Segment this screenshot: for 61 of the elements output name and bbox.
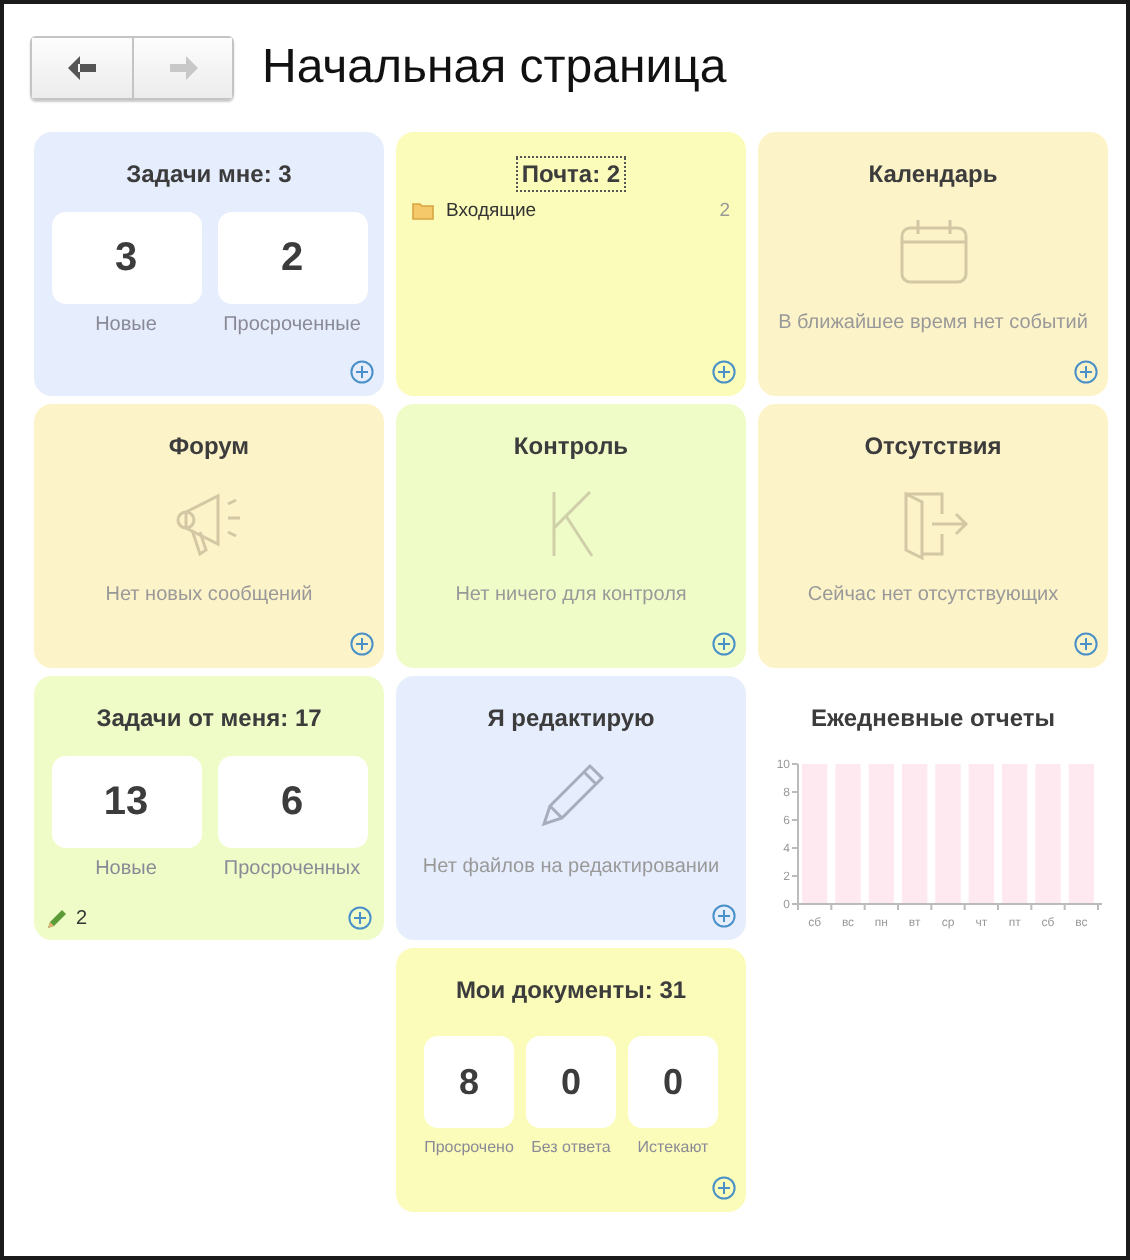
right-arrow-icon bbox=[167, 56, 199, 80]
counter-label: Новые bbox=[95, 858, 157, 880]
empty-message: Нет ничего для контроля bbox=[455, 584, 687, 606]
add-icon[interactable] bbox=[712, 1176, 736, 1200]
tile-title[interactable]: Почта: 2 bbox=[515, 156, 627, 192]
back-button[interactable] bbox=[32, 38, 132, 98]
empty-message: Нет новых сообщений bbox=[105, 584, 313, 606]
page-title: Начальная страница bbox=[262, 40, 727, 96]
add-icon[interactable] bbox=[712, 360, 736, 384]
tile-title[interactable]: Мои документы: 31 bbox=[449, 972, 693, 1008]
add-icon[interactable] bbox=[348, 906, 372, 930]
counter-label: Новые bbox=[95, 314, 157, 336]
tile-title[interactable]: Контроль bbox=[507, 428, 635, 464]
y-axis bbox=[791, 763, 799, 905]
add-icon[interactable] bbox=[1074, 632, 1098, 656]
counter-value[interactable]: 0 bbox=[526, 1036, 616, 1128]
add-icon[interactable] bbox=[712, 632, 736, 656]
counter-label: Просроченных bbox=[223, 858, 361, 880]
tile-title[interactable]: Задачи мне: 3 bbox=[120, 156, 298, 192]
chart-bar bbox=[868, 764, 894, 904]
letter-k-icon bbox=[547, 488, 595, 560]
chart-bar bbox=[835, 764, 861, 904]
left-arrow-icon bbox=[66, 56, 98, 80]
megaphone-icon bbox=[173, 488, 245, 560]
counter-label: Без ответа bbox=[531, 1138, 611, 1156]
counter-label: Просроченные bbox=[223, 314, 361, 336]
tile-title[interactable]: Отсутствия bbox=[858, 428, 1008, 464]
tile-title[interactable]: Форум bbox=[162, 428, 256, 464]
empty-message: В ближайшее время нет событий bbox=[778, 312, 1088, 334]
counter-value[interactable]: 8 bbox=[424, 1036, 514, 1128]
tile-title[interactable]: Я редактирую bbox=[481, 700, 661, 736]
edit-count: 2 bbox=[76, 907, 88, 929]
chart-bar bbox=[1068, 764, 1094, 904]
counter-value[interactable]: 3 bbox=[51, 212, 201, 304]
chart-bar bbox=[902, 764, 928, 904]
folder-row[interactable]: Входящие 2 bbox=[408, 200, 734, 222]
add-icon[interactable] bbox=[1074, 360, 1098, 384]
tile-title[interactable]: Ежедневные отчеты bbox=[805, 700, 1061, 736]
add-icon[interactable] bbox=[350, 360, 374, 384]
chart-bar bbox=[968, 764, 994, 904]
add-icon[interactable] bbox=[350, 632, 374, 656]
empty-message: Нет файлов на редактировании bbox=[422, 856, 720, 878]
counter-value[interactable]: 13 bbox=[51, 756, 201, 848]
folder-icon bbox=[412, 202, 434, 220]
chart-bar bbox=[1002, 764, 1028, 904]
counter-value[interactable]: 6 bbox=[217, 756, 367, 848]
counter-value[interactable]: 2 bbox=[217, 212, 367, 304]
empty-message: Сейчас нет отсутствующих bbox=[807, 584, 1059, 606]
counter-label: Просрочено bbox=[424, 1138, 514, 1156]
tile-title[interactable]: Задачи от меня: 17 bbox=[90, 700, 328, 736]
calendar-icon bbox=[897, 218, 969, 286]
counter-label: Истекают bbox=[637, 1138, 709, 1156]
folder-name: Входящие bbox=[446, 200, 539, 222]
chart-bar bbox=[935, 764, 961, 904]
counter-value[interactable]: 0 bbox=[628, 1036, 718, 1128]
tile-title[interactable]: Календарь bbox=[862, 156, 1004, 192]
chart-bar bbox=[802, 764, 828, 904]
folder-count: 2 bbox=[719, 200, 730, 222]
add-icon[interactable] bbox=[712, 904, 736, 928]
chart-bar bbox=[1035, 764, 1061, 904]
pencil-icon bbox=[46, 907, 68, 929]
